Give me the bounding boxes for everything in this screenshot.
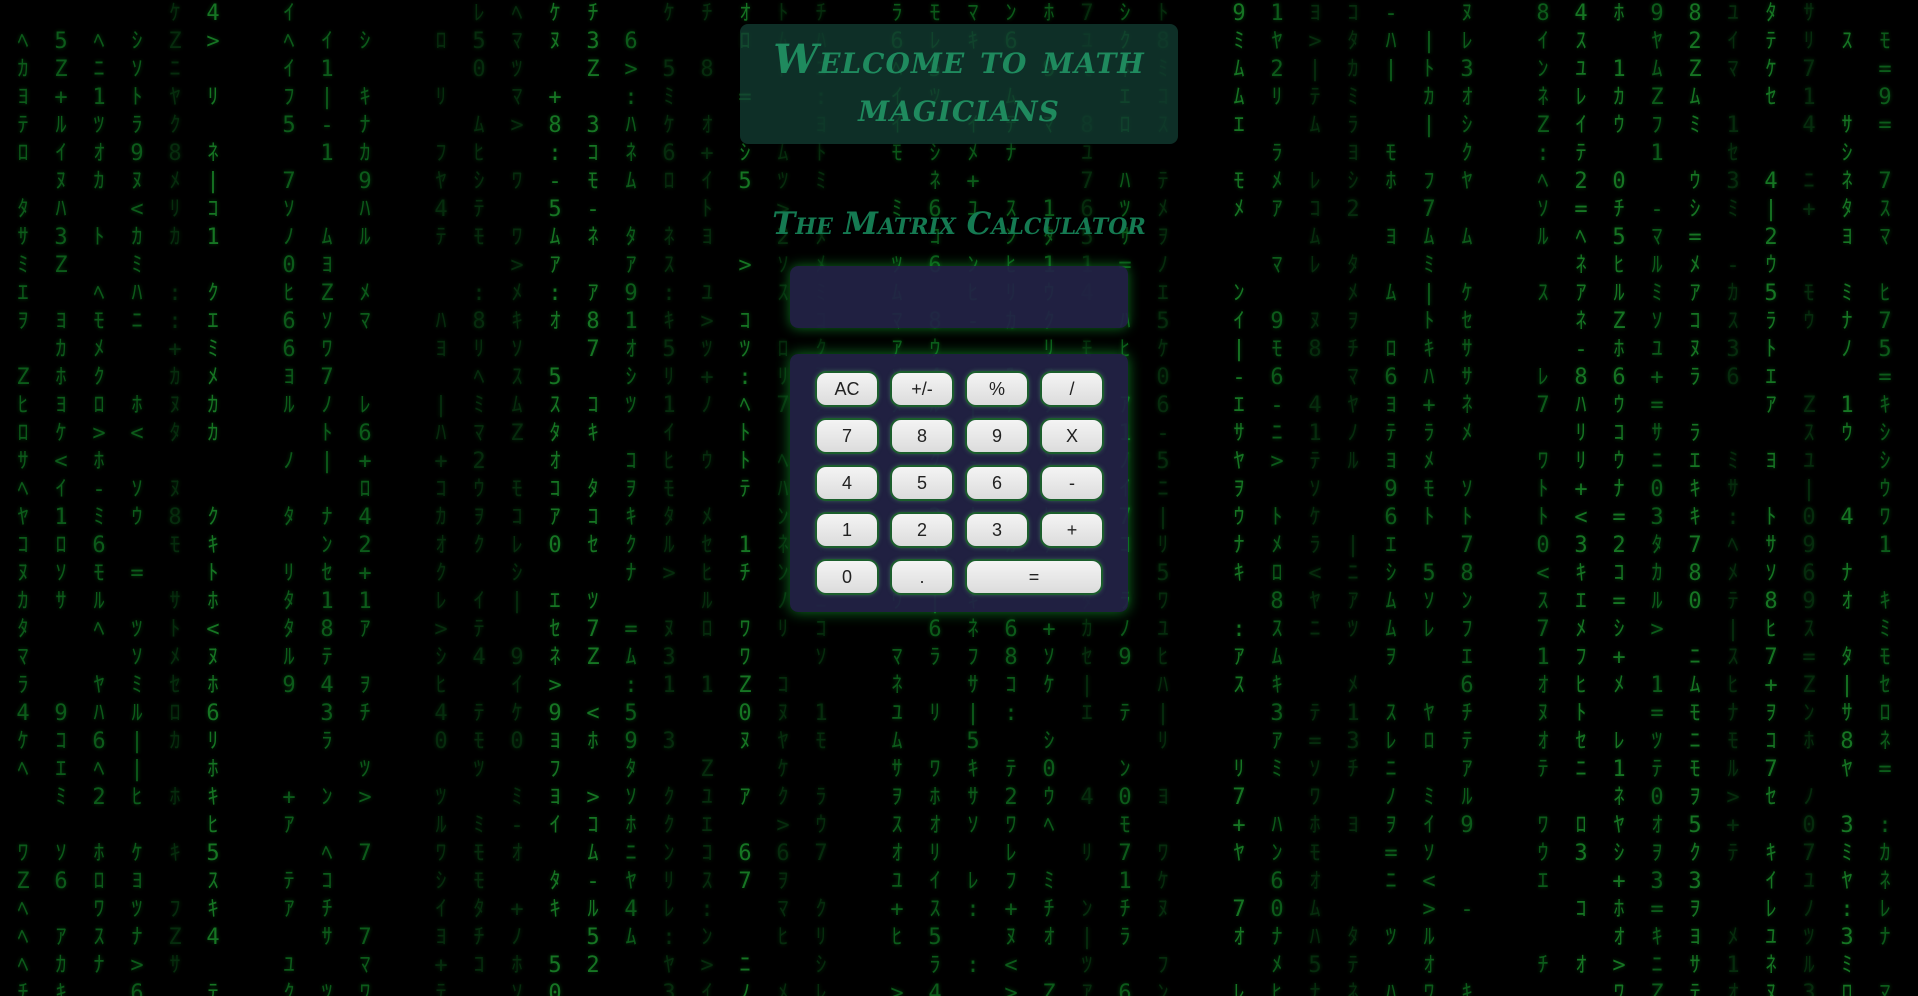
digit-5-button[interactable]: 5 bbox=[892, 467, 952, 499]
digit-2-button[interactable]: 2 bbox=[892, 514, 952, 546]
welcome-banner: Welcome to math magicians bbox=[740, 24, 1178, 144]
digit-7-button[interactable]: 7 bbox=[817, 420, 877, 452]
calculator-title: The Matrix Calculator bbox=[772, 206, 1146, 242]
welcome-title: Welcome to math magicians bbox=[773, 36, 1145, 131]
digit-8-button[interactable]: 8 bbox=[892, 420, 952, 452]
digit-3-button[interactable]: 3 bbox=[967, 514, 1027, 546]
minus-button[interactable]: - bbox=[1042, 467, 1102, 499]
digit-4-button[interactable]: 4 bbox=[817, 467, 877, 499]
calculator-display bbox=[790, 266, 1128, 328]
digit-9-button[interactable]: 9 bbox=[967, 420, 1027, 452]
percent-button[interactable]: % bbox=[967, 373, 1027, 405]
equals-button[interactable]: = bbox=[967, 561, 1101, 593]
divide-button[interactable]: / bbox=[1042, 373, 1102, 405]
ac-button[interactable]: AC bbox=[817, 373, 877, 405]
decimal-point-button[interactable]: . bbox=[892, 561, 952, 593]
plus-button[interactable]: + bbox=[1042, 514, 1102, 546]
digit-1-button[interactable]: 1 bbox=[817, 514, 877, 546]
digit-0-button[interactable]: 0 bbox=[817, 561, 877, 593]
app-root: Welcome to math magicians The Matrix Cal… bbox=[0, 0, 1918, 996]
digit-6-button[interactable]: 6 bbox=[967, 467, 1027, 499]
plus-minus-button[interactable]: +/- bbox=[892, 373, 952, 405]
calculator-keypad: AC +/- % / 7 8 9 X 4 5 6 - 1 2 3 + 0 . = bbox=[790, 354, 1128, 612]
multiply-button[interactable]: X bbox=[1042, 420, 1102, 452]
